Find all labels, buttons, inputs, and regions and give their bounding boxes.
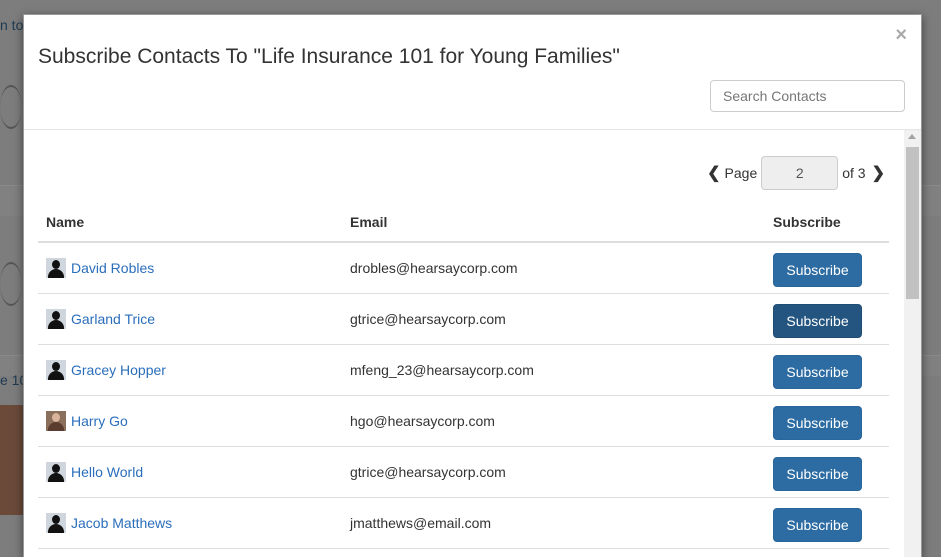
subscribe-button[interactable]: Subscribe xyxy=(773,508,862,542)
avatar-icon xyxy=(46,309,66,329)
avatar-photo xyxy=(46,411,66,431)
contact-email: hgo@hearsaycorp.com xyxy=(342,395,765,447)
search-contacts-input[interactable] xyxy=(710,80,905,112)
contact-name-link[interactable]: Jacob Matthews xyxy=(71,515,172,531)
contact-email: drobles@hearsaycorp.com xyxy=(342,242,765,294)
contact-name-link[interactable]: Harry Go xyxy=(71,413,128,429)
contact-email: gtrice@hearsaycorp.com xyxy=(342,293,765,345)
column-header-subscribe: Subscribe xyxy=(765,203,889,243)
contact-name-link[interactable]: David Robles xyxy=(71,260,154,276)
contact-email: gtrice@hearsaycorp.com xyxy=(342,446,765,498)
avatar-icon xyxy=(46,513,66,533)
avatar-icon xyxy=(46,360,66,380)
background-photo xyxy=(0,405,24,515)
page-number-input[interactable] xyxy=(761,156,839,190)
chevron-left-icon[interactable]: ❮ xyxy=(705,163,722,183)
subscribe-contacts-modal: Subscribe Contacts To "Life Insurance 10… xyxy=(23,14,922,557)
avatar-icon xyxy=(46,258,66,278)
table-row: Hello World gtrice@hearsaycorp.com Subsc… xyxy=(38,446,889,498)
scrollbar-thumb[interactable] xyxy=(906,147,919,299)
background-decoration xyxy=(0,85,22,129)
table-row: David Robles drobles@hearsaycorp.com Sub… xyxy=(38,242,889,294)
contact-email: jmatthews@email.com xyxy=(342,497,765,549)
table-row: Gracey Hopper mfeng_23@hearsaycorp.com S… xyxy=(38,344,889,396)
pagination: ❮ Page of 3 ❯ xyxy=(705,156,887,190)
column-header-email: Email xyxy=(342,203,765,243)
column-header-name: Name xyxy=(38,203,342,243)
scroll-up-arrow-icon[interactable] xyxy=(908,134,916,139)
table-row: Garland Trice gtrice@hearsaycorp.com Sub… xyxy=(38,293,889,345)
subscribe-button[interactable]: Subscribe xyxy=(773,406,862,440)
contact-name-link[interactable]: Hello World xyxy=(71,464,143,480)
page-label: Page xyxy=(724,165,758,181)
contact-name-link[interactable]: Garland Trice xyxy=(71,311,155,327)
page-total-label: of 3 xyxy=(842,165,866,181)
subscribe-button[interactable]: Subscribe xyxy=(773,355,862,389)
chevron-right-icon[interactable]: ❯ xyxy=(870,163,887,183)
contact-name-link[interactable]: Gracey Hopper xyxy=(71,362,166,378)
contacts-table: Name Email Subscribe David Robles droble… xyxy=(38,203,889,549)
avatar-icon xyxy=(46,462,66,482)
background-decoration xyxy=(0,262,22,306)
table-row: Jacob Matthews jmatthews@email.com Subsc… xyxy=(38,497,889,549)
modal-scrollbar[interactable] xyxy=(904,130,921,557)
subscribe-button[interactable]: Subscribe xyxy=(773,304,862,338)
close-icon[interactable]: × xyxy=(895,25,907,45)
subscribe-button[interactable]: Subscribe xyxy=(773,253,862,287)
contact-email: mfeng_23@hearsaycorp.com xyxy=(342,344,765,396)
modal-body: ❮ Page of 3 ❯ Name Email Subscribe David… xyxy=(24,130,904,557)
table-row: Harry Go hgo@hearsaycorp.com Subscribe xyxy=(38,395,889,447)
background-text-top: n to xyxy=(0,17,24,33)
modal-title: Subscribe Contacts To "Life Insurance 10… xyxy=(38,45,620,68)
table-header-row: Name Email Subscribe xyxy=(38,203,889,243)
modal-header: Subscribe Contacts To "Life Insurance 10… xyxy=(24,15,921,130)
subscribe-button[interactable]: Subscribe xyxy=(773,457,862,491)
